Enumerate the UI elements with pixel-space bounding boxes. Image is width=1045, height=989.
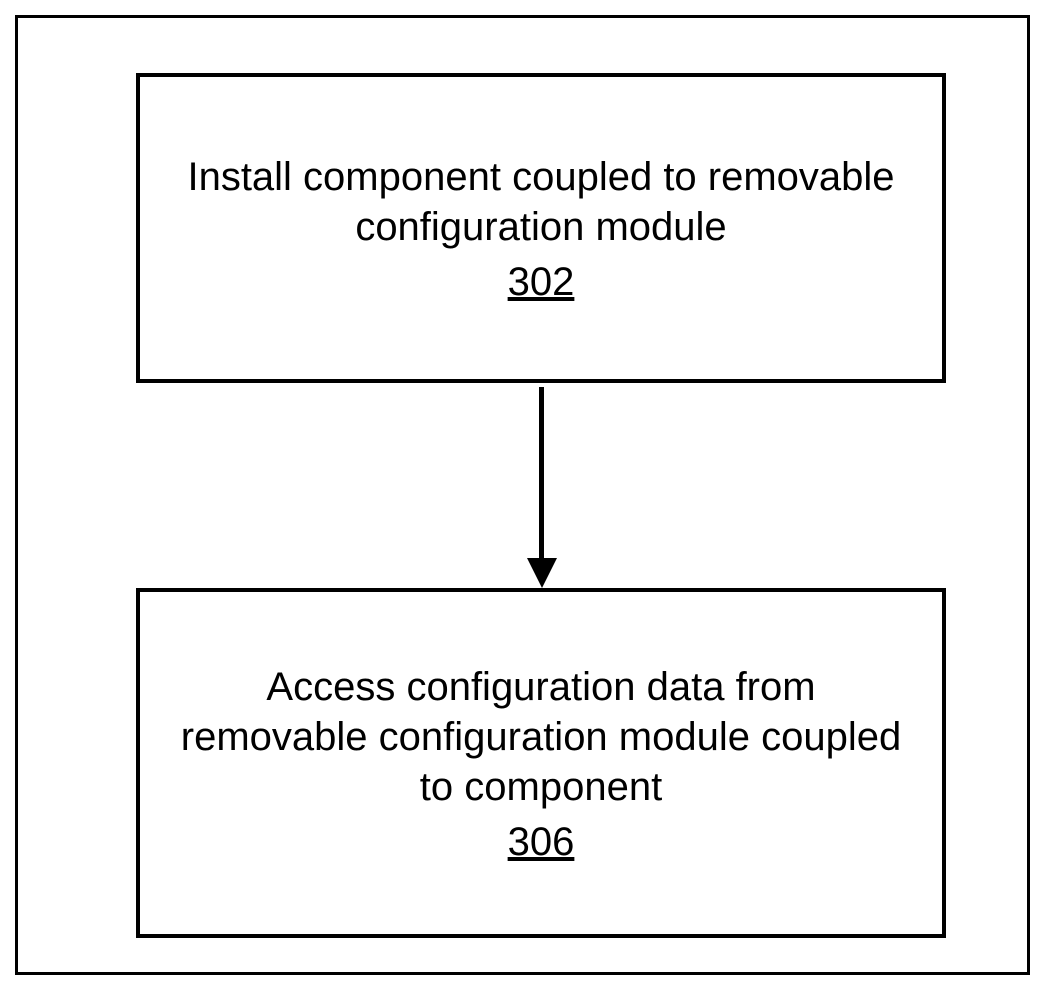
step1-text: Install component coupled to removable c…: [180, 152, 902, 252]
step2-ref: 306: [508, 820, 575, 865]
flow-step-access: Access configuration data from removable…: [136, 588, 946, 938]
diagram-frame: Install component coupled to removable c…: [15, 15, 1030, 975]
flow-step-install: Install component coupled to removable c…: [136, 73, 946, 383]
arrow-down-icon: [527, 558, 557, 588]
arrow-line: [539, 387, 544, 567]
step2-text: Access configuration data from removable…: [180, 662, 902, 812]
step1-ref: 302: [508, 260, 575, 305]
